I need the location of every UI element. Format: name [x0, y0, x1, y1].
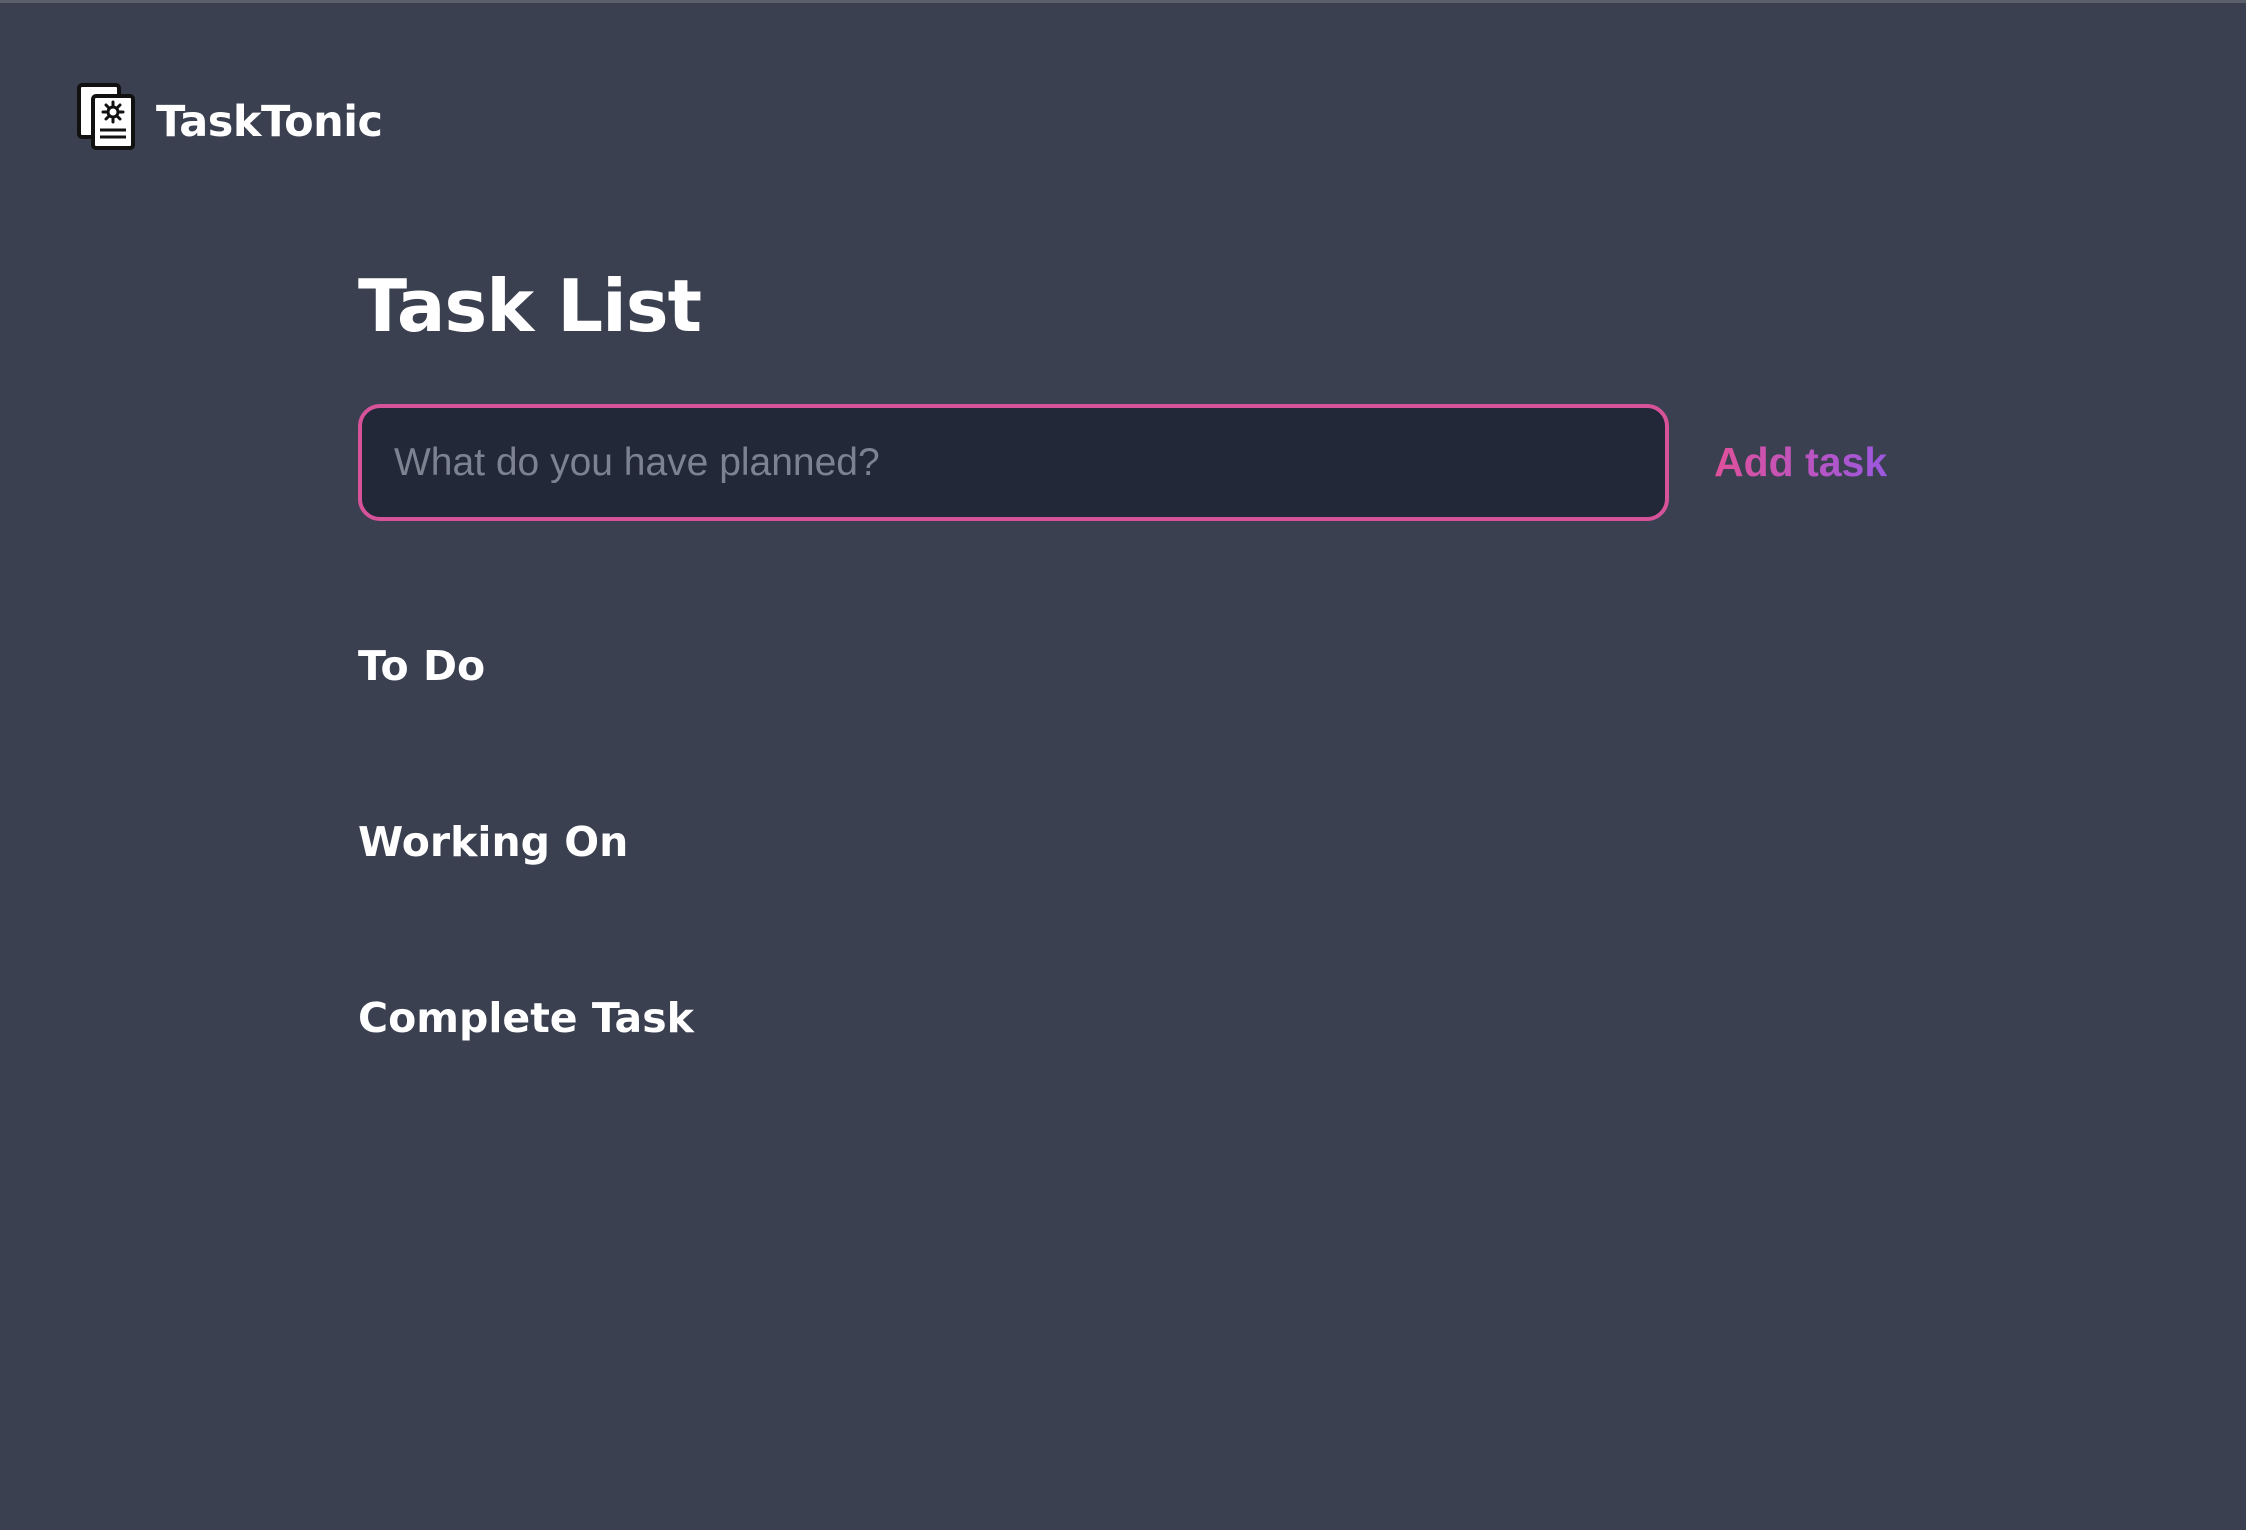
task-form: Add task [358, 404, 1887, 521]
task-input[interactable] [358, 404, 1669, 521]
brand-name: TaskTonic [156, 96, 383, 147]
document-gear-icon [77, 83, 135, 150]
section-heading-working-on: Working On [358, 818, 629, 866]
page-title: Task List [358, 264, 702, 348]
window-top-border [0, 0, 2246, 3]
section-heading-todo: To Do [358, 642, 486, 690]
brand[interactable]: TaskTonic [76, 82, 383, 152]
section-heading-complete-task: Complete Task [358, 994, 694, 1042]
add-task-button[interactable]: Add task [1714, 439, 1887, 486]
